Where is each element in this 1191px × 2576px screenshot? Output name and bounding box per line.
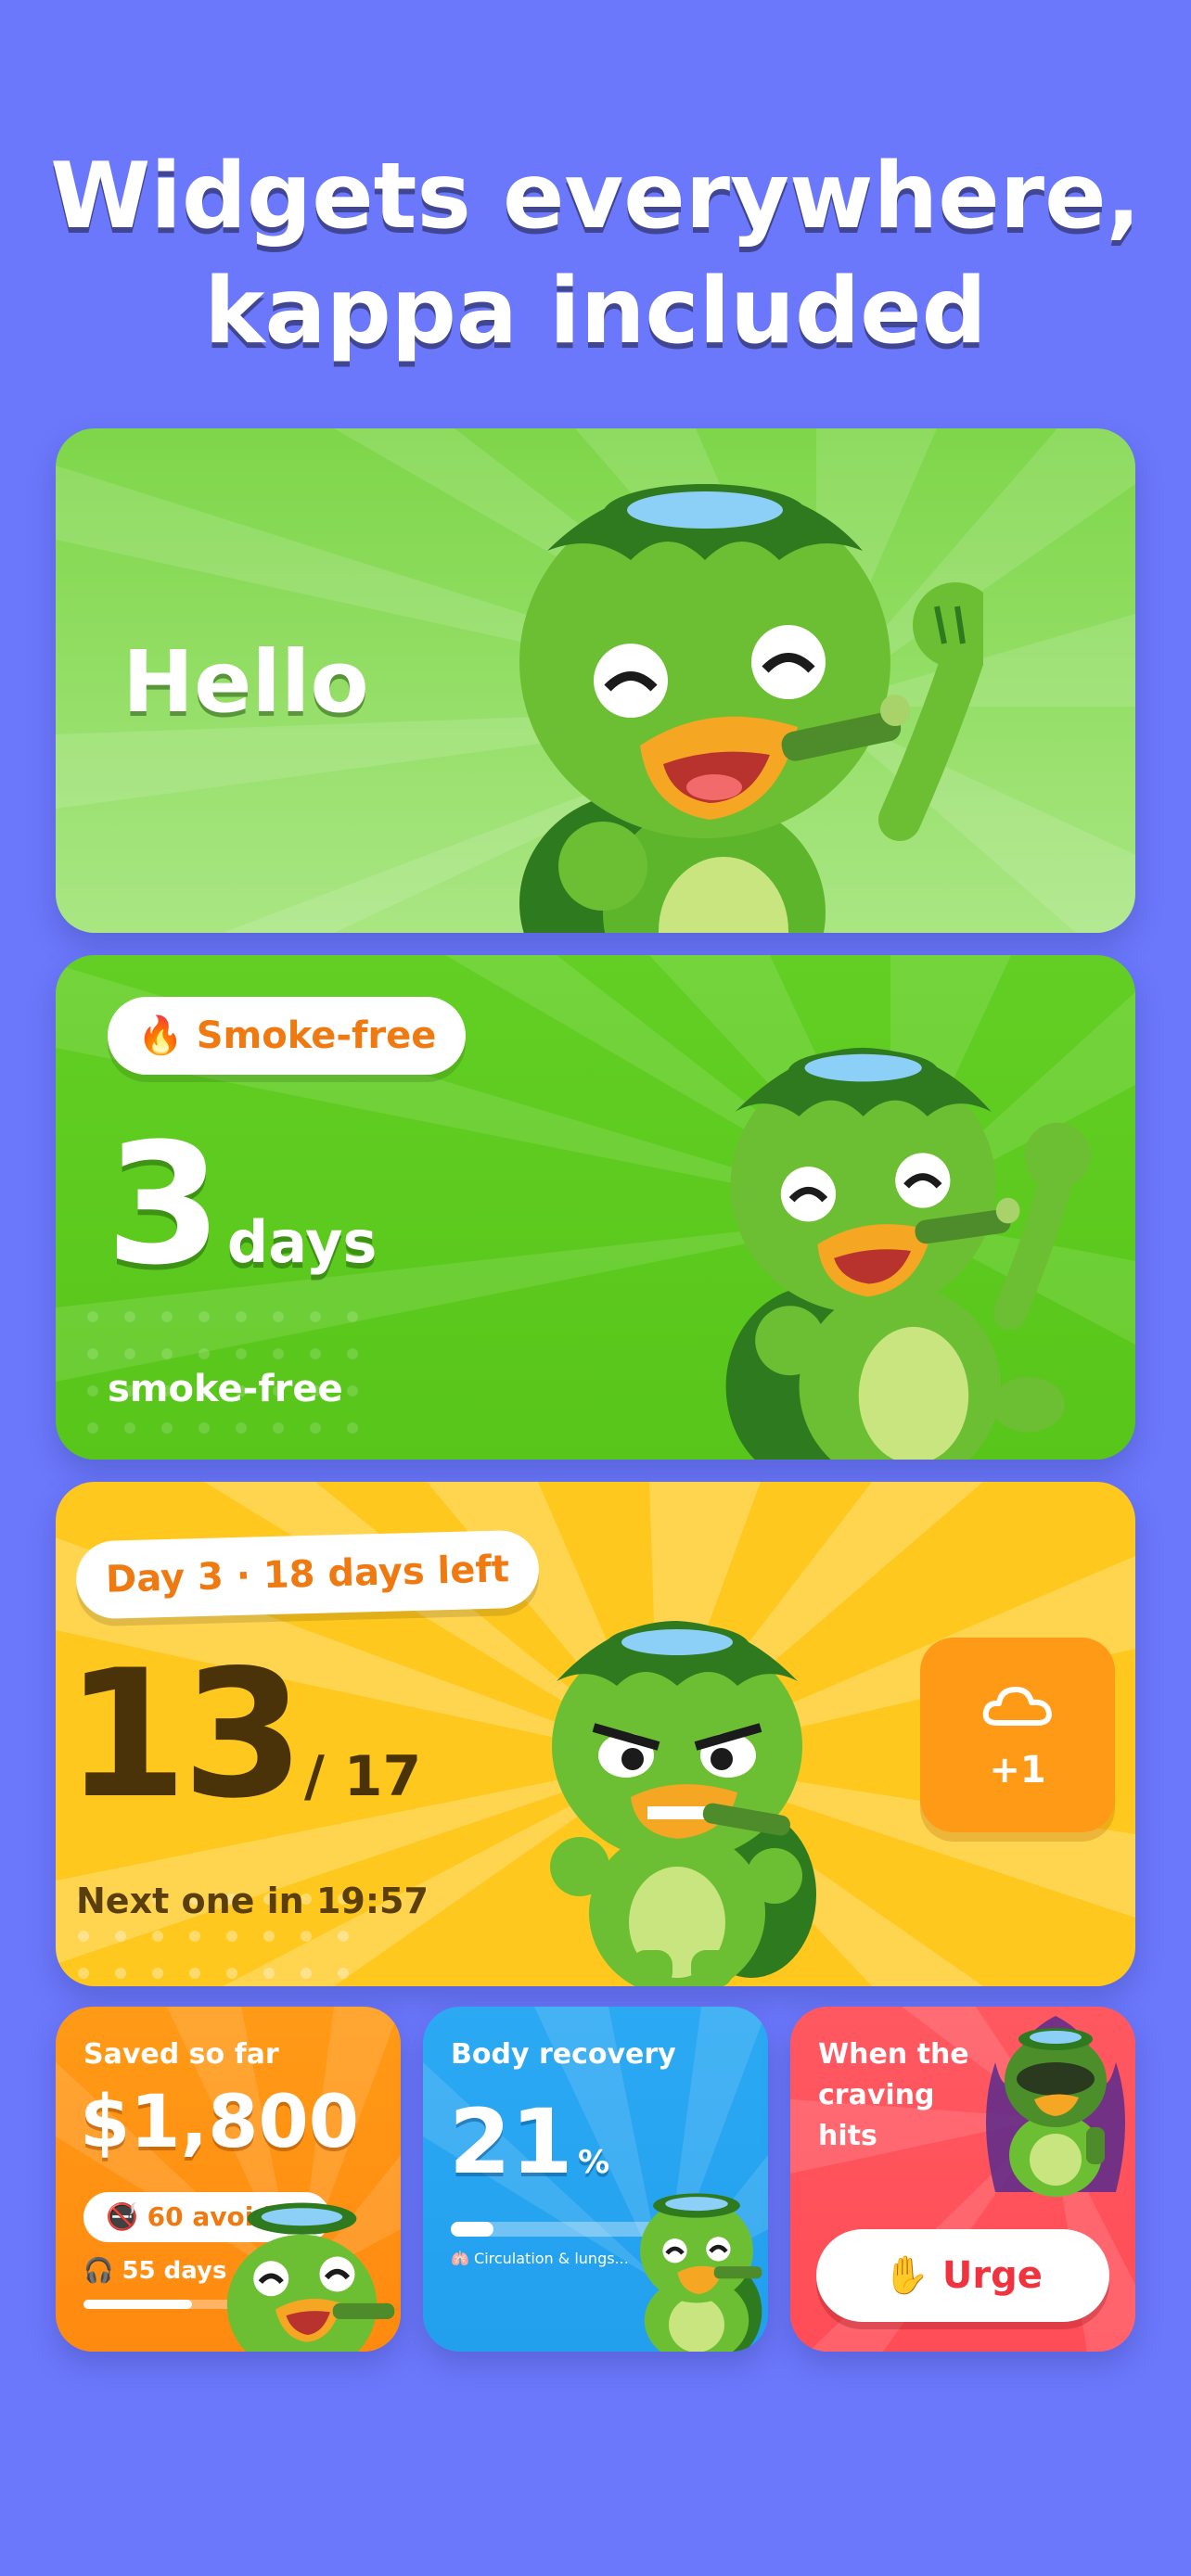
daily-count-total: / 17 [303,1744,422,1809]
recovery-percent: 21 % [449,2090,609,2194]
smoke-free-count: 3 days [106,1122,377,1289]
cloud-icon [982,1687,1052,1726]
recovery-percent-value: 21 [449,2090,573,2194]
smoke-free-badge: 🔥 Smoke-free [108,997,467,1075]
log-cigarette-label: +1 [989,1749,1046,1792]
saved-progress-fill [83,2300,192,2309]
daily-count-widget[interactable]: Day 3 · 18 days left 13 / 17 Next one in… [56,1482,1135,1986]
hand-icon: ✋ [883,2254,929,2297]
saved-amount: $1,800 [80,2081,359,2164]
day-progress-badge: Day 3 · 18 days left [74,1529,541,1620]
headline-line-2: kappa included [204,259,987,364]
headline-line-1: Widgets everywhere, [50,144,1141,249]
recovery-percent-sign: % [578,2144,610,2181]
craving-widget[interactable]: When the craving hits ✋ Urge [790,2007,1135,2352]
smoke-free-widget[interactable]: 🔥 Smoke-free 3 days smoke-free [56,955,1135,1460]
recovery-title: Body recovery [451,2038,676,2071]
headline: Widgets everywhere, kappa included [0,139,1191,369]
recovery-detail: 🫁 Circulation & lungs... [451,2250,629,2267]
kappa-mascot-smiling [640,2193,762,2352]
kappa-mascot-dark-aura [986,2016,1125,2197]
recovery-progress-fill [451,2222,494,2237]
log-cigarette-button[interactable]: +1 [920,1638,1115,1832]
kappa-mascot-angry [550,1621,816,1986]
days-number: 3 [106,1108,223,1302]
daily-count: 13 / 17 [65,1647,421,1823]
body-recovery-widget[interactable]: Body recovery 21 % 🫁 Circulation & lungs… [423,2007,768,2352]
days-unit: days [226,1208,378,1276]
lungs-icon: 🫁 [451,2250,469,2267]
kappa-mascot-cheering [725,1047,1091,1460]
saved-title: Saved so far [83,2038,279,2071]
kappa-mascot-laughing [226,2202,395,2352]
recovery-progress-track [451,2222,655,2237]
no-smoking-icon: 🚭 [106,2201,138,2232]
headphones-icon: 🎧 [83,2257,114,2285]
next-cigarette-timer: Next one in 19:57 [76,1881,429,1921]
days-label: 55 days [122,2257,227,2285]
smoke-free-badge-label: Smoke-free [196,1014,437,1057]
days-row: 🎧 55 days [83,2257,226,2285]
recovery-detail-label: Circulation & lungs... [474,2250,629,2267]
greeting-text: Hello [122,632,369,732]
kappa-mascot-cheering [519,484,983,933]
urge-label: Urge [941,2254,1043,2297]
daily-count-number: 13 [65,1632,304,1837]
smoke-free-caption: smoke-free [108,1368,343,1410]
urge-button[interactable]: ✋ Urge [816,2229,1109,2322]
fire-icon: 🔥 [137,1014,184,1057]
craving-title: When the craving hits [818,2038,969,2152]
hello-widget[interactable]: Hello [56,428,1135,933]
saved-money-widget[interactable]: Saved so far $1,800 🚭 60 avoided 🎧 55 da… [56,2007,401,2352]
